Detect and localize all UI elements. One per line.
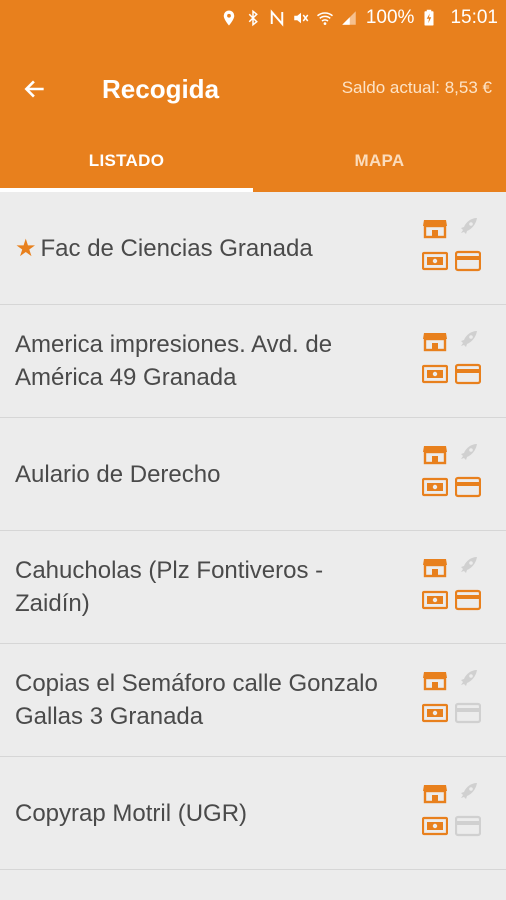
rocket-icon — [455, 782, 481, 809]
location-row[interactable]: Copias el Semáforo calle Gonzalo Gallas … — [0, 644, 506, 757]
cash-icon — [421, 476, 448, 503]
mute-icon — [294, 12, 309, 24]
signal-icon — [342, 11, 356, 25]
card-icon — [454, 250, 481, 277]
location-list: ★ Fac de Ciencias Granada America impresio… — [0, 192, 506, 870]
bluetooth-icon — [248, 9, 258, 27]
location-row[interactable]: Copyrap Motril (UGR) — [0, 757, 506, 870]
location-name-container: America impresiones. Avd. de América 49 … — [15, 328, 395, 394]
location-name: Cahucholas (Plz Fontiveros - Zaidín) — [15, 557, 324, 617]
tab-mapa[interactable]: MAPA — [253, 130, 506, 192]
battery-percentage: 100% — [365, 7, 415, 28]
store-icon — [422, 669, 448, 696]
store-icon — [422, 782, 448, 809]
service-icons — [418, 214, 484, 280]
location-icon — [223, 10, 235, 26]
card-icon — [454, 815, 481, 842]
store-icon — [422, 217, 448, 244]
location-row[interactable]: America impresiones. Avd. de América 49 … — [0, 305, 506, 418]
rocket-icon — [455, 443, 481, 470]
tab-listado[interactable]: LISTADO — [0, 130, 253, 192]
location-row[interactable]: Aulario de Derecho — [0, 418, 506, 531]
cash-icon — [421, 589, 448, 616]
location-name-container: ★ Fac de Ciencias Granada — [15, 232, 395, 265]
location-name-container: Copias el Semáforo calle Gonzalo Gallas … — [15, 667, 395, 733]
service-icons — [418, 327, 484, 393]
card-icon — [454, 702, 481, 729]
location-row[interactable]: Cahucholas (Plz Fontiveros - Zaidín) — [0, 531, 506, 644]
service-icons — [418, 666, 484, 732]
store-icon — [422, 556, 448, 583]
cash-icon — [421, 815, 448, 842]
tab-bar: LISTADO MAPA — [0, 130, 506, 192]
rocket-icon — [455, 330, 481, 357]
store-icon — [422, 330, 448, 357]
location-name: Copias el Semáforo calle Gonzalo Gallas … — [15, 670, 378, 730]
location-name: Copyrap Motril (UGR) — [15, 799, 248, 827]
rocket-icon — [455, 217, 481, 244]
location-name-container: Aulario de Derecho — [15, 458, 395, 491]
rocket-icon — [455, 556, 481, 583]
nfc-icon — [270, 9, 284, 27]
card-icon — [454, 589, 481, 616]
rocket-icon — [455, 669, 481, 696]
cash-icon — [421, 363, 448, 390]
back-button[interactable] — [18, 72, 52, 106]
balance-label: Saldo actual: 8,53 € — [341, 78, 492, 97]
star-icon: ★ — [15, 234, 37, 262]
location-name-container: Cahucholas (Plz Fontiveros - Zaidín) — [15, 554, 395, 620]
arrow-back-icon — [24, 80, 44, 98]
store-icon — [422, 443, 448, 470]
location-name: America impresiones. Avd. de América 49 … — [15, 331, 333, 391]
service-icons — [418, 779, 484, 845]
page-title: Recogida — [102, 74, 220, 104]
card-icon — [454, 476, 481, 503]
status-bar: 100% 15:01 — [0, 0, 506, 36]
card-icon — [454, 363, 481, 390]
wifi-icon — [316, 12, 333, 25]
location-row[interactable]: ★ Fac de Ciencias Granada — [0, 192, 506, 305]
location-name-container: Copyrap Motril (UGR) — [15, 797, 395, 830]
cash-icon — [421, 250, 448, 277]
service-icons — [418, 553, 484, 619]
location-name: Aulario de Derecho — [15, 460, 221, 488]
battery-charging-icon — [424, 9, 434, 26]
app-bar: Recogida Saldo actual: 8,53 € — [0, 36, 506, 130]
cash-icon — [421, 702, 448, 729]
service-icons — [418, 440, 484, 506]
location-name: Fac de Ciencias Granada — [40, 234, 313, 262]
clock: 15:01 — [450, 7, 498, 28]
